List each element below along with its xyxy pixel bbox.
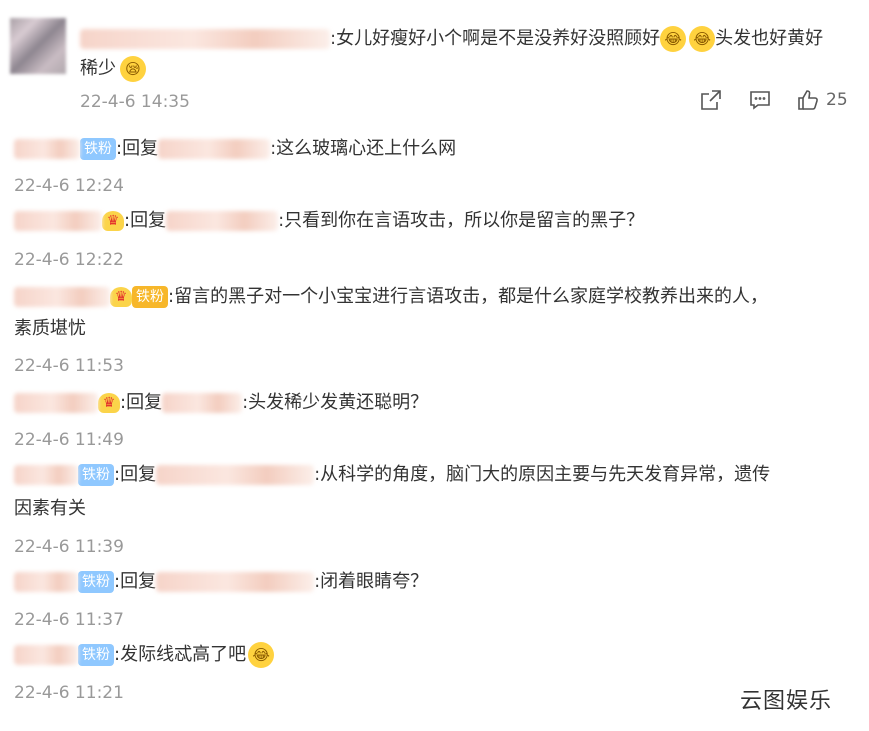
reply-text: :闭着眼睛夸？	[314, 571, 429, 592]
reply-timestamp: 22-4-6 12:22	[14, 250, 124, 270]
share-button[interactable]	[699, 88, 723, 112]
reply-timestamp: 22-4-6 11:21	[14, 683, 124, 703]
fan-badge: 铁粉	[132, 286, 168, 308]
username-redacted[interactable]	[14, 465, 78, 485]
reply-timestamp: 22-4-6 11:53	[14, 356, 124, 376]
reply-4: ♛:回复 :头发稀少发黄还聪明？	[14, 388, 428, 418]
reply-timestamp: 22-4-6 12:24	[14, 176, 124, 196]
post-line-1: :女儿好瘦好小个啊是不是没养好没照顾好 😂 😂 头发也好黄好	[80, 24, 823, 54]
comment-button[interactable]	[748, 88, 772, 112]
reply-prefix: :回复	[124, 210, 167, 231]
reply-text: :从科学的角度，脑门大的原因主要与先天发育异常，遗传	[314, 464, 771, 485]
like-button[interactable]: 25	[796, 88, 848, 112]
reply-5-line2: 因素有关	[14, 498, 86, 519]
reply-prefix: :回复	[114, 571, 157, 592]
username-redacted[interactable]	[14, 572, 78, 592]
crown-icon: ♛	[102, 211, 124, 231]
laugh-cry-emoji: 😂	[660, 26, 687, 52]
like-icon	[798, 90, 818, 110]
reply-text: :这么玻璃心还上什么网	[270, 138, 457, 159]
username-redacted[interactable]	[14, 645, 78, 665]
comment-icon	[750, 91, 770, 110]
reply-6: 铁粉:回复 :闭着眼睛夸？	[14, 567, 428, 597]
post-line-2: 稀少 😪	[80, 54, 146, 84]
like-count: 25	[826, 90, 848, 110]
reply-timestamp: 22-4-6 11:37	[14, 610, 124, 630]
reply-prefix: :回复	[116, 138, 159, 159]
fan-badge: 铁粉	[78, 464, 114, 486]
fan-badge: 铁粉	[78, 644, 114, 666]
username-redacted[interactable]	[14, 211, 102, 231]
reply-text: :只看到你在言语攻击，所以你是留言的黑子？	[278, 210, 645, 231]
post-timestamp: 22-4-6 14:35	[80, 92, 190, 112]
reply-2: ♛:回复 :只看到你在言语攻击，所以你是留言的黑子？	[14, 206, 644, 236]
reply-timestamp: 22-4-6 11:49	[14, 430, 124, 450]
fan-badge: 铁粉	[80, 138, 116, 160]
username-redacted[interactable]	[14, 287, 110, 307]
username-redacted[interactable]	[156, 572, 315, 592]
post-text-line2: 稀少	[80, 58, 116, 79]
reply-7: 铁粉:发际线忒高了吧 😂	[14, 640, 275, 670]
reply-prefix: :回复	[120, 392, 163, 413]
reply-3-line2: 素质堪忧	[14, 318, 86, 339]
reply-text: :发际线忒高了吧	[114, 644, 247, 665]
post-text-continued: 头发也好黄好	[715, 28, 824, 49]
username-redacted[interactable]	[166, 211, 279, 231]
reply-3: ♛ 铁粉:留言的黑子对一个小宝宝进行言语攻击，都是什么家庭学校教养出来的人，	[14, 282, 768, 312]
sleepy-emoji: 😪	[120, 56, 146, 82]
share-icon	[701, 90, 721, 110]
reply-1: 铁粉:回复 :这么玻璃心还上什么网	[14, 134, 456, 164]
username-redacted[interactable]	[14, 139, 80, 159]
username-redacted[interactable]	[14, 393, 98, 413]
username-redacted[interactable]	[158, 139, 271, 159]
username-redacted[interactable]	[156, 465, 315, 485]
post-text: :女儿好瘦好小个啊是不是没养好没照顾好	[330, 28, 661, 49]
reply-prefix: :回复	[114, 464, 157, 485]
crown-icon: ♛	[98, 393, 120, 413]
reply-text: :头发稀少发黄还聪明？	[242, 392, 429, 413]
fan-badge: 铁粉	[78, 571, 114, 593]
laugh-cry-emoji: 😂	[248, 642, 275, 668]
avatar[interactable]	[10, 18, 66, 74]
username-redacted[interactable]	[162, 393, 243, 413]
reply-5: 铁粉:回复 :从科学的角度，脑门大的原因主要与先天发育异常，遗传	[14, 460, 770, 490]
reply-timestamp: 22-4-6 11:39	[14, 537, 124, 557]
username-redacted[interactable]	[80, 29, 330, 49]
reply-text: :留言的黑子对一个小宝宝进行言语攻击，都是什么家庭学校教养出来的人，	[168, 286, 769, 307]
laugh-cry-emoji: 😂	[689, 26, 716, 52]
crown-icon: ♛	[110, 287, 132, 307]
watermark: 云图娱乐	[740, 689, 833, 714]
